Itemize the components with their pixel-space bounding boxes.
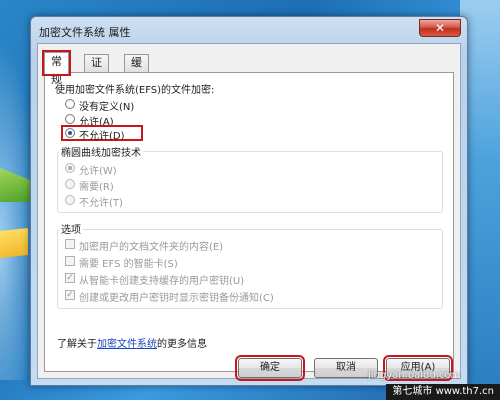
ecc-group-title: 椭圆曲线加密技术 <box>59 144 143 159</box>
window-title: 加密文件系统 属性 <box>39 26 131 39</box>
efs-radio-disallow-label[interactable]: 不允许(D) <box>79 127 125 142</box>
checkbox-encrypt-documents-label[interactable]: 加密用户的文档文件夹的内容(E) <box>79 238 223 253</box>
ecc-radio-allow[interactable] <box>65 163 75 173</box>
title-bar[interactable]: 加密文件系统 属性 ✕ <box>31 17 467 43</box>
efs-radio-not-defined[interactable] <box>65 99 75 109</box>
baidu-watermark: jingyan.baidu.com <box>368 370 461 381</box>
ecc-radio-disallow[interactable] <box>65 195 75 205</box>
more-info-suffix: 的更多信息 <box>157 339 207 350</box>
desktop-wallpaper-yellow-shape <box>0 228 28 258</box>
efs-radio-not-defined-label[interactable]: 没有定义(N) <box>79 98 134 113</box>
checkbox-backup-notify-label[interactable]: 创建或更改用户密钥时显示密钥备份通知(C) <box>79 289 274 304</box>
close-button[interactable]: ✕ <box>419 19 461 37</box>
efs-radio-disallow[interactable] <box>65 128 75 138</box>
options-group-title: 选项 <box>59 221 83 236</box>
ecc-radio-require[interactable] <box>65 179 75 189</box>
site-watermark-badge: 第七城市 www.th7.cn <box>386 384 500 400</box>
checkbox-encrypt-documents[interactable] <box>65 239 75 249</box>
efs-heading: 使用加密文件系统(EFS)的文件加密: <box>55 85 215 96</box>
dialog-client: 常规 证书 缓存 使用加密文件系统(EFS)的文件加密: 没有定义(N) 允许(… <box>37 43 461 381</box>
checkbox-require-smartcard[interactable] <box>65 256 75 266</box>
ecc-radio-require-label[interactable]: 需要(R) <box>79 178 114 193</box>
ecc-radio-allow-label[interactable]: 允许(W) <box>79 162 117 177</box>
properties-dialog: 加密文件系统 属性 ✕ 常规 证书 缓存 使用加密文件系统(EFS)的文件加密:… <box>30 16 468 386</box>
tab-panel-general: 使用加密文件系统(EFS)的文件加密: 没有定义(N) 允许(A) 不允许(D)… <box>44 72 454 372</box>
checkbox-backup-notify[interactable]: ✓ <box>65 290 75 300</box>
tab-certificates[interactable]: 证书 <box>84 54 109 85</box>
ok-button[interactable]: 确定 <box>235 355 305 381</box>
efs-help-link[interactable]: 加密文件系统 <box>97 339 157 350</box>
checkbox-cache-user-key[interactable]: ✓ <box>65 273 75 283</box>
tab-cache[interactable]: 缓存 <box>124 54 149 85</box>
close-icon: ✕ <box>434 21 446 35</box>
site-watermark-url: www.th7.cn <box>435 386 494 397</box>
tab-general[interactable]: 常规 <box>42 50 71 86</box>
more-info-text: 了解关于加密文件系统的更多信息 <box>57 335 207 350</box>
site-watermark-name: 第七城市 <box>392 386 433 397</box>
checkbox-cache-user-key-label[interactable]: 从智能卡创建支持缓存的用户密钥(U) <box>79 272 244 287</box>
ecc-radio-disallow-label[interactable]: 不允许(T) <box>79 194 123 209</box>
checkbox-require-smartcard-label[interactable]: 需要 EFS 的智能卡(S) <box>79 255 178 270</box>
efs-radio-allow[interactable] <box>65 114 75 124</box>
more-info-prefix: 了解关于 <box>57 339 97 350</box>
